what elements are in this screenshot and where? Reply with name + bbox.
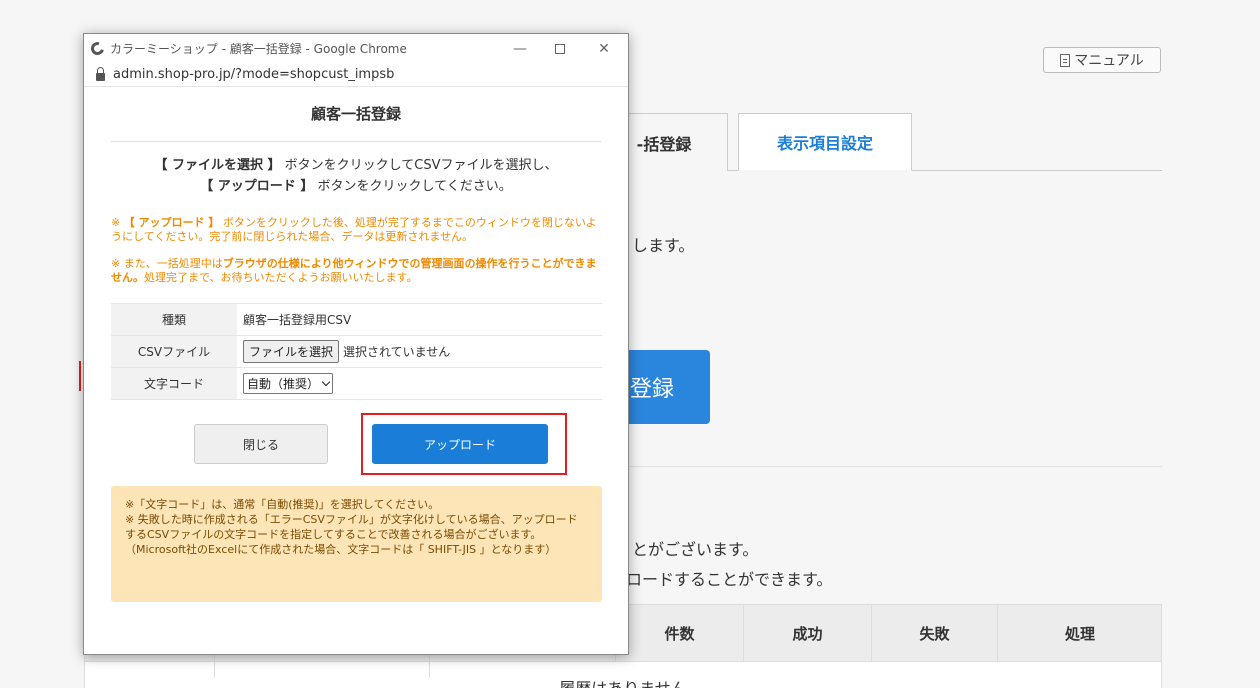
note-line-2: ※ 失敗した時に作成される「エラーCSVファイル」が文字化けしている場合、アップ…: [125, 513, 578, 556]
charset-cell: 自動（推奨）: [237, 367, 602, 400]
instruction-upload: 【 アップロード 】: [200, 179, 314, 194]
history-header-success: 成功: [743, 605, 871, 662]
form-row-csv: CSVファイル ファイルを選択 選択されていません: [111, 335, 602, 368]
maximize-button[interactable]: [540, 34, 580, 63]
site-favicon-icon: [88, 39, 107, 58]
history-header-failed: 失敗: [871, 605, 997, 662]
register-button-label: 登録: [629, 377, 674, 402]
instruction-line-1: 【 ファイルを選択 】 ボタンをクリックしてCSVファイルを選択し、: [111, 155, 601, 176]
warning-2: ※ また、一括処理中はブラウザの仕様により他ウィンドウでの管理画面の操作を行うこ…: [111, 257, 601, 284]
section-divider: [600, 466, 1162, 467]
close-button[interactable]: 閉じる: [194, 424, 328, 464]
warning-1-prefix: ※: [111, 216, 124, 229]
upload-button[interactable]: アップロード: [372, 424, 548, 464]
instruction-text-1: ボタンをクリックしてCSVファイルを選択し、: [280, 158, 558, 173]
instruction-line-2: 【 アップロード 】 ボタンをクリックしてください。: [111, 176, 601, 197]
form-row-type: 種類 顧客一括登録用CSV: [111, 303, 602, 336]
history-header-process: 処理: [997, 605, 1162, 662]
upload-form-table: 種類 顧客一括登録用CSV CSVファイル ファイルを選択 選択されていません 文…: [111, 303, 602, 400]
manual-label: マニュアル: [1074, 53, 1144, 69]
lock-icon: [96, 66, 105, 81]
charset-select[interactable]: 自動（推奨）: [243, 373, 334, 394]
charset-note-box: ※「文字コード」は、通常「自動(推奨)」を選択してください。 ※ 失敗した時に作…: [111, 486, 602, 602]
background-text-1: します。: [632, 236, 695, 255]
type-label: 種類: [111, 303, 237, 336]
note-line-1: ※「文字コード」は、通常「自動(推奨)」を選択してください。: [125, 498, 440, 511]
history-empty-message: 履歴はありません: [85, 675, 1161, 688]
highlight-mark: [79, 361, 82, 391]
maximize-icon: [555, 43, 565, 54]
background-text-2: とがございます。: [632, 540, 759, 559]
warning-1-bold: 【 アップロード 】: [123, 216, 220, 229]
popup-window: カラーミーショップ - 顧客一括登録 - Google Chrome — ✕ a…: [83, 33, 629, 655]
instruction-text-2: ボタンをクリックしてください。: [313, 179, 512, 194]
charset-selected-value: 自動（推奨）: [247, 377, 320, 391]
popup-body: 顧客一括登録 【 ファイルを選択 】 ボタンをクリックしてCSVファイルを選択し…: [84, 103, 628, 602]
button-row: 閉じる アップロード: [111, 400, 601, 480]
address-bar[interactable]: admin.shop-pro.jp/?mode=shopcust_impsb: [84, 63, 628, 87]
manual-button[interactable]: マニュアル: [1043, 47, 1161, 73]
warning-2-prefix: ※ また、一括処理中は: [111, 257, 223, 270]
window-title: カラーミーショップ - 顧客一括登録 - Google Chrome: [110, 42, 407, 56]
minimize-button[interactable]: —: [500, 34, 540, 63]
charset-label: 文字コード: [111, 367, 237, 400]
warning-2-text: 処理完了まで、お待ちいただくようお願いいたします。: [144, 270, 418, 284]
close-window-button[interactable]: ✕: [584, 34, 624, 63]
chevron-down-icon: [321, 377, 331, 387]
history-header-count: 件数: [615, 605, 743, 662]
form-row-charset: 文字コード 自動（推奨）: [111, 367, 602, 400]
instruction-file-select: 【 ファイルを選択 】: [154, 158, 281, 173]
background-text-3: ロードすることができます。: [626, 570, 833, 589]
window-titlebar[interactable]: カラーミーショップ - 顧客一括登録 - Google Chrome — ✕: [84, 34, 628, 63]
csv-file-label: CSVファイル: [111, 335, 237, 368]
address-url: admin.shop-pro.jp/?mode=shopcust_impsb: [113, 67, 395, 82]
file-select-button[interactable]: ファイルを選択: [243, 340, 340, 363]
instructions: 【 ファイルを選択 】 ボタンをクリックしてCSVファイルを選択し、 【 アップ…: [111, 155, 601, 197]
popup-title: 顧客一括登録: [111, 103, 601, 142]
file-status: 選択されていません: [343, 345, 451, 359]
csv-file-cell: ファイルを選択 選択されていません: [237, 335, 602, 368]
tab-display-settings[interactable]: 表示項目設定: [738, 113, 912, 171]
type-value: 顧客一括登録用CSV: [237, 303, 602, 336]
warning-1: ※ 【 アップロード 】 ボタンをクリックした後、処理が完了するまでこのウィンド…: [111, 216, 601, 243]
document-icon: [1060, 53, 1071, 67]
